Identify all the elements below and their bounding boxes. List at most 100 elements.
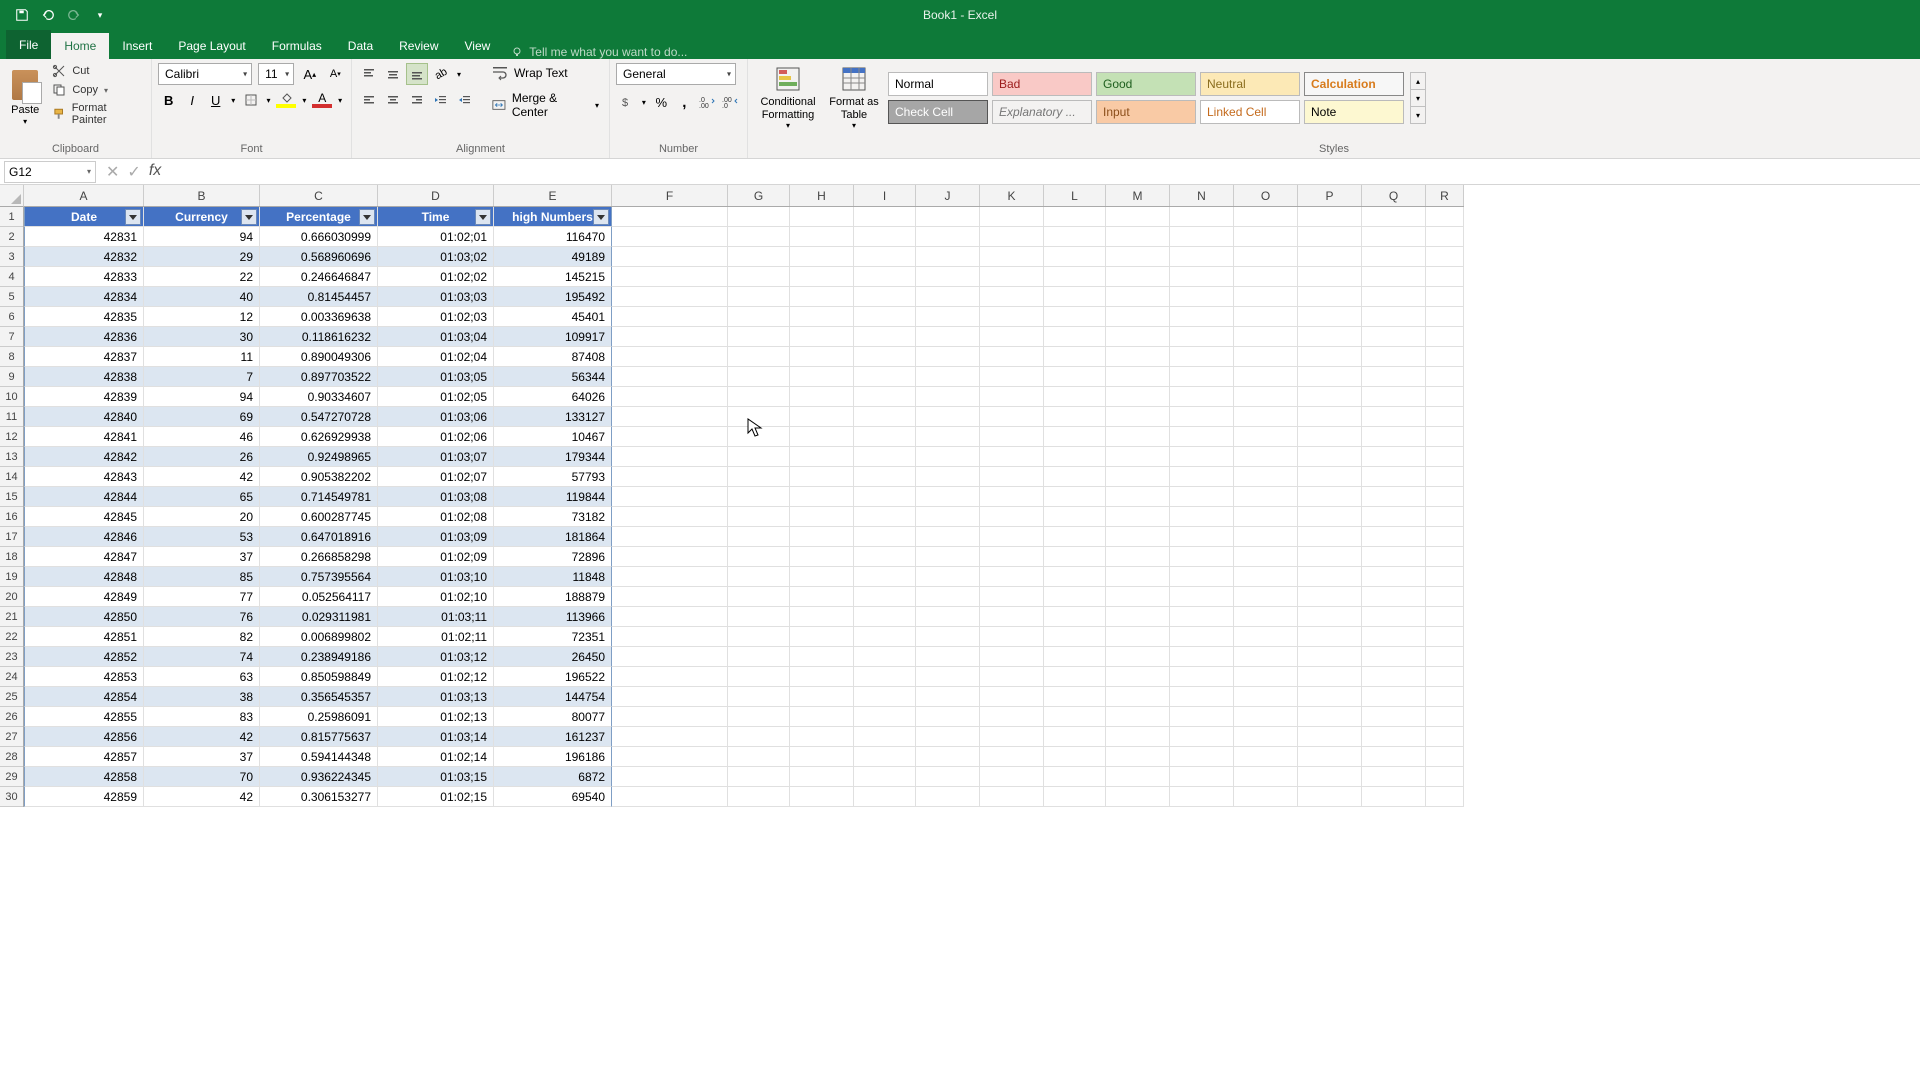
column-header-Q[interactable]: Q	[1362, 185, 1426, 206]
row-header[interactable]: 14	[0, 467, 23, 487]
cell[interactable]	[790, 567, 854, 587]
cell[interactable]	[1170, 527, 1234, 547]
tell-me-search[interactable]: Tell me what you want to do...	[503, 45, 687, 59]
cell[interactable]	[1170, 307, 1234, 327]
cell[interactable]	[612, 607, 728, 627]
cell[interactable]	[1298, 607, 1362, 627]
cell[interactable]: 0.356545357	[260, 687, 378, 707]
cell[interactable]	[1298, 587, 1362, 607]
cell[interactable]: 65	[144, 487, 260, 507]
cell[interactable]	[854, 787, 916, 807]
cell[interactable]	[916, 287, 980, 307]
cell[interactable]	[854, 647, 916, 667]
cell[interactable]: 0.905382202	[260, 467, 378, 487]
cell[interactable]: 42852	[24, 647, 144, 667]
cell[interactable]: 42839	[24, 387, 144, 407]
align-right-icon[interactable]	[406, 89, 428, 111]
cell[interactable]	[916, 367, 980, 387]
cell[interactable]: 42845	[24, 507, 144, 527]
cell[interactable]	[854, 347, 916, 367]
cell[interactable]	[790, 367, 854, 387]
cell[interactable]	[612, 627, 728, 647]
row-header[interactable]: 6	[0, 307, 23, 327]
cell[interactable]	[980, 647, 1044, 667]
cell[interactable]	[854, 247, 916, 267]
cell[interactable]	[916, 307, 980, 327]
cell[interactable]: 38	[144, 687, 260, 707]
cell[interactable]	[1234, 247, 1298, 267]
cell[interactable]: 49189	[494, 247, 612, 267]
cell[interactable]: 72351	[494, 627, 612, 647]
cell[interactable]	[728, 547, 790, 567]
cell[interactable]: 42832	[24, 247, 144, 267]
cell[interactable]: 01:03;09	[378, 527, 494, 547]
cell[interactable]: 0.594144348	[260, 747, 378, 767]
cell[interactable]: 42843	[24, 467, 144, 487]
cell[interactable]	[854, 367, 916, 387]
cell[interactable]: 0.666030999	[260, 227, 378, 247]
cell[interactable]	[728, 587, 790, 607]
fill-color-more-icon[interactable]: ▾	[299, 89, 309, 111]
cell[interactable]	[1234, 567, 1298, 587]
cell[interactable]	[916, 567, 980, 587]
cell[interactable]	[1044, 227, 1106, 247]
cell[interactable]	[980, 307, 1044, 327]
cell[interactable]	[1362, 287, 1426, 307]
cell[interactable]	[612, 547, 728, 567]
decrease-font-icon[interactable]: A▾	[326, 63, 345, 85]
cell[interactable]: 0.90334607	[260, 387, 378, 407]
cell[interactable]	[1362, 267, 1426, 287]
cell[interactable]	[1234, 587, 1298, 607]
cell[interactable]	[980, 527, 1044, 547]
cell[interactable]	[916, 747, 980, 767]
gallery-scroll-up-icon[interactable]: ▴	[1411, 73, 1425, 90]
cell[interactable]	[728, 407, 790, 427]
cell[interactable]: 0.547270728	[260, 407, 378, 427]
cell[interactable]: 87408	[494, 347, 612, 367]
cell[interactable]	[980, 567, 1044, 587]
cell[interactable]	[1044, 507, 1106, 527]
cell[interactable]	[1426, 267, 1464, 287]
cell[interactable]	[1362, 727, 1426, 747]
cell[interactable]	[1298, 327, 1362, 347]
cell[interactable]	[1426, 447, 1464, 467]
cell[interactable]	[1426, 707, 1464, 727]
align-middle-icon[interactable]	[382, 63, 404, 85]
row-header[interactable]: 10	[0, 387, 23, 407]
cell[interactable]: 116470	[494, 227, 612, 247]
cell[interactable]	[1234, 387, 1298, 407]
cell[interactable]	[1234, 447, 1298, 467]
cell[interactable]: 42854	[24, 687, 144, 707]
cell[interactable]	[728, 687, 790, 707]
cell[interactable]: 10467	[494, 427, 612, 447]
style-note[interactable]: Note	[1304, 100, 1404, 124]
cell[interactable]	[916, 447, 980, 467]
cell[interactable]	[1362, 767, 1426, 787]
row-header[interactable]: 26	[0, 707, 23, 727]
tab-home[interactable]: Home	[51, 33, 109, 59]
cell[interactable]	[612, 307, 728, 327]
cell[interactable]: 113966	[494, 607, 612, 627]
cell[interactable]: 80077	[494, 707, 612, 727]
cell[interactable]: 01:03;05	[378, 367, 494, 387]
cell[interactable]	[612, 507, 728, 527]
row-header[interactable]: 9	[0, 367, 23, 387]
cell[interactable]	[1298, 367, 1362, 387]
cell[interactable]	[916, 707, 980, 727]
cell[interactable]	[1426, 607, 1464, 627]
cell[interactable]	[1106, 687, 1170, 707]
cell[interactable]	[790, 487, 854, 507]
cell[interactable]	[1106, 547, 1170, 567]
style-check-cell[interactable]: Check Cell	[888, 100, 988, 124]
column-header-L[interactable]: L	[1044, 185, 1106, 206]
column-header-E[interactable]: E	[494, 185, 612, 206]
cell[interactable]	[612, 227, 728, 247]
filter-dropdown-icon[interactable]	[593, 209, 609, 225]
cell[interactable]	[1426, 487, 1464, 507]
cell[interactable]	[612, 487, 728, 507]
cell[interactable]	[1044, 607, 1106, 627]
underline-button[interactable]: U	[205, 89, 226, 111]
cell[interactable]	[1426, 207, 1464, 227]
cell[interactable]	[854, 747, 916, 767]
cell[interactable]: 94	[144, 227, 260, 247]
